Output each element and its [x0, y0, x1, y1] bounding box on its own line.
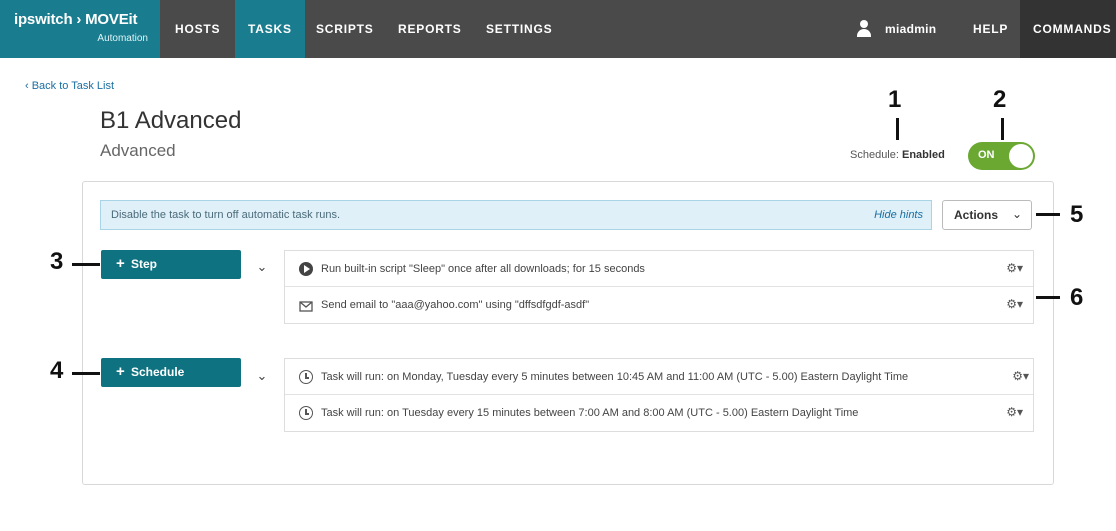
hint-text: Disable the task to turn off automatic t… [111, 209, 341, 221]
clock-icon [299, 370, 313, 384]
page-subtitle: Advanced [100, 141, 176, 160]
schedule-text: Task will run: on Monday, Tuesday every … [321, 371, 909, 383]
gear-icon[interactable]: ⚙▾ [1006, 297, 1023, 311]
actions-dropdown[interactable]: Actions ⌄ [942, 200, 1032, 230]
envelope-icon [299, 298, 313, 312]
callout-3-line [72, 263, 100, 266]
callout-1: 1 [888, 86, 902, 113]
gear-icon[interactable]: ⚙▾ [1006, 261, 1023, 275]
brand-logo[interactable]: ipswitch › MOVEit Automation [0, 0, 160, 58]
schedule-text: Task will run: on Tuesday every 15 minut… [321, 407, 859, 419]
brand-name: ipswitch › MOVEit [14, 11, 138, 28]
plus-icon: + [116, 255, 125, 272]
add-schedule-label: Schedule [131, 365, 185, 379]
back-to-task-list-link[interactable]: ‹ Back to Task List [25, 80, 114, 92]
nav-tasks[interactable]: TASKS [235, 0, 305, 58]
nav-scripts[interactable]: SCRIPTS [303, 0, 387, 58]
callout-4: 4 [50, 357, 64, 384]
toggle-knob [1009, 144, 1033, 168]
nav-user[interactable]: miadmin [872, 0, 949, 58]
add-step-label: Step [131, 257, 158, 271]
plus-icon: + [116, 363, 125, 380]
callout-2: 2 [993, 86, 1007, 113]
add-step-button[interactable]: + Step [101, 250, 241, 279]
chevron-down-icon: ⌄ [1011, 207, 1022, 221]
page-title: B1 Advanced [100, 107, 242, 134]
step-text: Send email to "aaa@yahoo.com" using "dff… [321, 299, 590, 311]
callout-6-line [1036, 296, 1060, 299]
gear-icon[interactable]: ⚙▾ [1012, 369, 1029, 383]
schedules-collapse-caret-icon[interactable]: ⌄ [255, 370, 269, 384]
schedule-status: Schedule: Enabled [850, 149, 945, 161]
hide-hints-link[interactable]: Hide hints [874, 209, 923, 221]
clock-icon [299, 406, 313, 420]
callout-4-line [72, 372, 100, 375]
callout-6: 6 [1070, 284, 1084, 311]
user-icon[interactable] [856, 20, 872, 38]
nav-help[interactable]: HELP [960, 0, 1021, 58]
steps-collapse-caret-icon[interactable]: ⌄ [255, 261, 269, 275]
hint-banner: Disable the task to turn off automatic t… [100, 200, 932, 230]
nav-hosts[interactable]: HOSTS [162, 0, 233, 58]
schedules-list: Task will run: on Monday, Tuesday every … [284, 358, 1034, 432]
top-nav-bar: ipswitch › MOVEit Automation HOSTS TASKS… [0, 0, 1116, 58]
list-item[interactable]: Task will run: on Tuesday every 15 minut… [285, 395, 1033, 431]
nav-settings[interactable]: SETTINGS [473, 0, 565, 58]
brand-product: Automation [97, 33, 148, 44]
step-text: Run built-in script "Sleep" once after a… [321, 263, 645, 275]
callout-5-line [1036, 213, 1060, 216]
schedule-value: Enabled [902, 149, 945, 161]
schedule-toggle[interactable]: ON [968, 142, 1035, 170]
callout-1-line [896, 118, 899, 140]
callout-5: 5 [1070, 201, 1084, 228]
list-item[interactable]: Send email to "aaa@yahoo.com" using "dff… [285, 287, 1033, 323]
list-item[interactable]: Run built-in script "Sleep" once after a… [285, 251, 1033, 287]
nav-reports[interactable]: REPORTS [385, 0, 475, 58]
callout-2-line [1001, 118, 1004, 140]
gear-icon[interactable]: ⚙▾ [1006, 405, 1023, 419]
toggle-label: ON [978, 149, 995, 161]
list-item[interactable]: Task will run: on Monday, Tuesday every … [285, 359, 1033, 395]
actions-label: Actions [954, 208, 999, 222]
schedule-label: Schedule: [850, 149, 899, 161]
play-icon [299, 262, 313, 276]
callout-3: 3 [50, 248, 64, 275]
add-schedule-button[interactable]: + Schedule [101, 358, 241, 387]
nav-commands[interactable]: COMMANDS [1020, 0, 1116, 58]
steps-list: Run built-in script "Sleep" once after a… [284, 250, 1034, 324]
